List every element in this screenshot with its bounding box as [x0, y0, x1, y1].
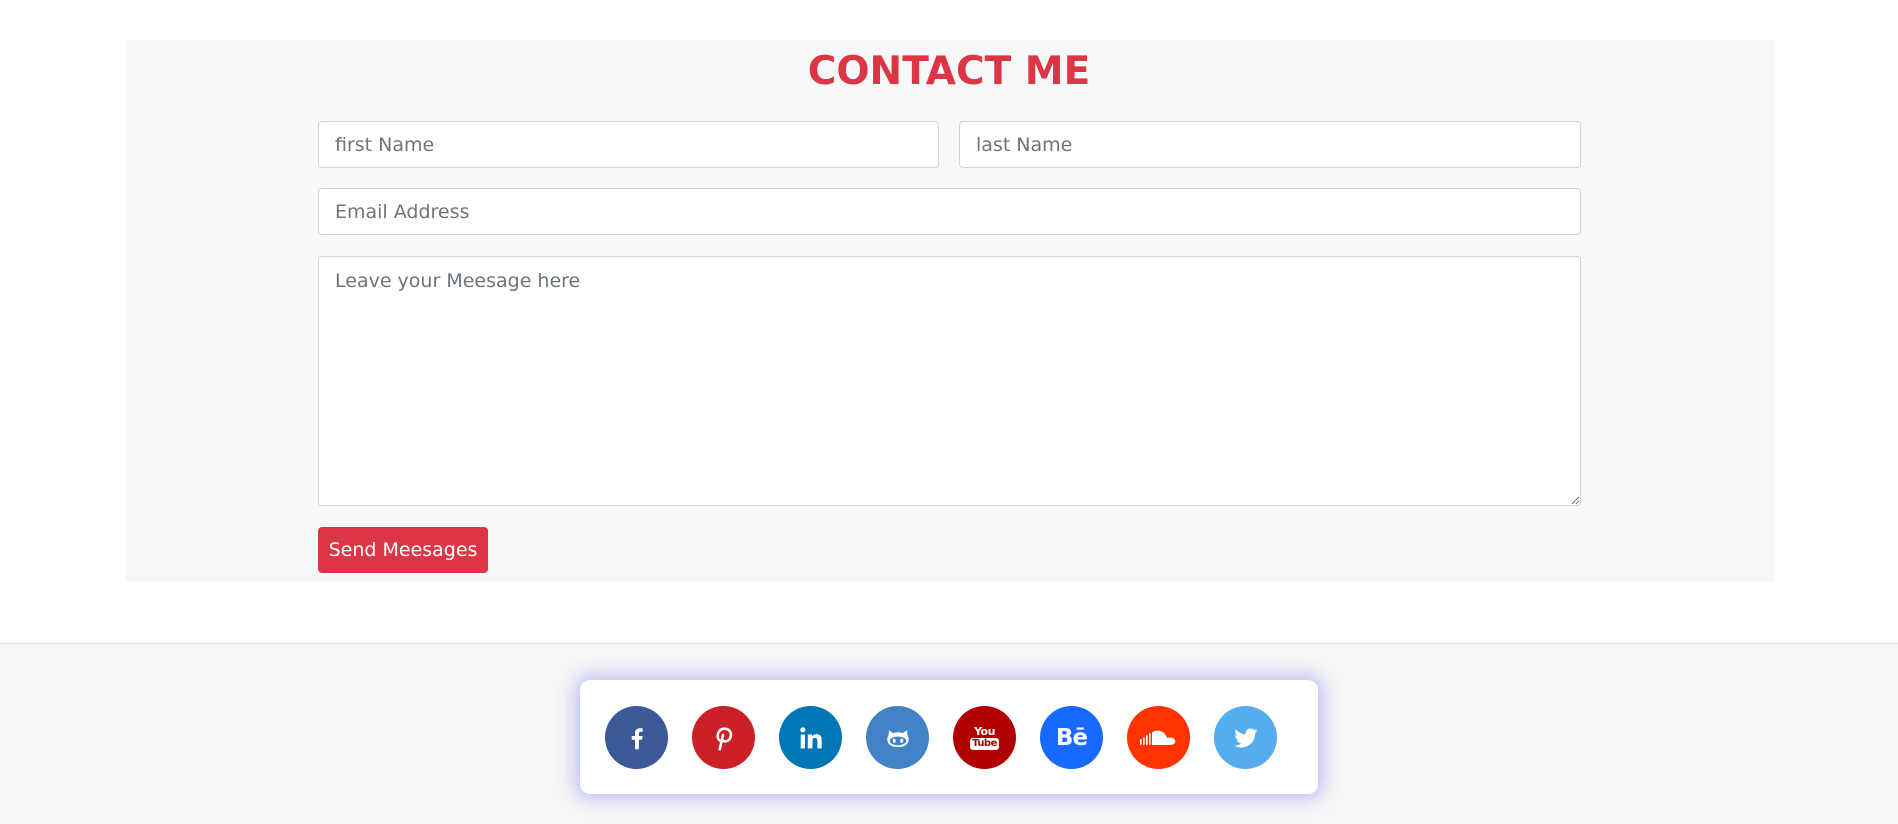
- email-input[interactable]: [318, 188, 1581, 235]
- facebook-link[interactable]: [605, 706, 668, 769]
- linkedin-link[interactable]: [779, 706, 842, 769]
- github-icon: [886, 729, 909, 747]
- twitter-link[interactable]: [1214, 706, 1277, 769]
- message-textarea[interactable]: [318, 256, 1581, 506]
- first-name-input[interactable]: [318, 121, 939, 168]
- twitter-icon: [1233, 728, 1258, 747]
- pinterest-icon: [715, 726, 732, 751]
- facebook-icon: [631, 727, 643, 749]
- youtube-link[interactable]: You Tube: [953, 706, 1016, 769]
- last-name-input[interactable]: [959, 121, 1581, 168]
- linkedin-icon: [799, 726, 822, 748]
- soundcloud-icon: [1139, 730, 1175, 745]
- pinterest-link[interactable]: [692, 706, 755, 769]
- behance-icon: Bē: [1055, 724, 1088, 751]
- soundcloud-link[interactable]: [1127, 706, 1190, 769]
- github-link[interactable]: [866, 706, 929, 769]
- contact-title: CONTACT ME: [807, 49, 1091, 94]
- social-links-card: You Tube Bē: [580, 680, 1318, 794]
- behance-link[interactable]: Bē: [1040, 706, 1103, 769]
- send-message-button[interactable]: Send Meesages: [318, 527, 488, 573]
- youtube-icon: You Tube: [970, 724, 999, 750]
